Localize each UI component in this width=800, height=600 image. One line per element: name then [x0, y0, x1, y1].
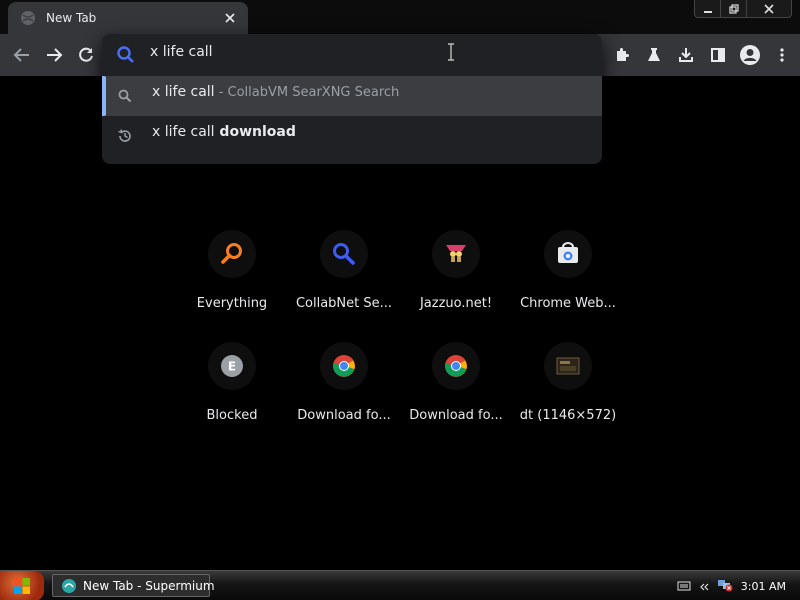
kebab-menu-icon [780, 48, 784, 62]
taskbar: New Tab - Supermium 3:01 AM [0, 570, 800, 600]
tile-download-1[interactable]: Download fo... [288, 332, 400, 444]
window-controls [694, 0, 792, 18]
supermium-icon [61, 578, 77, 594]
omnibox-dropdown: x life call x life call - CollabVM SearX… [102, 34, 602, 164]
globe-icon [20, 10, 36, 26]
tab-title: New Tab [46, 11, 97, 25]
tile-label: dt (1146×572) [519, 408, 617, 423]
back-button[interactable] [10, 43, 34, 67]
svg-text:E: E [228, 360, 236, 374]
download-icon [679, 48, 693, 62]
minimize-button[interactable] [695, 0, 721, 17]
history-icon [116, 127, 134, 145]
reload-icon [79, 47, 93, 62]
downloads-button[interactable] [674, 43, 698, 67]
side-panel-button[interactable] [706, 43, 730, 67]
flask-icon [648, 48, 660, 61]
keyboard-icon[interactable] [677, 577, 691, 596]
letter-e-icon: E [208, 342, 256, 390]
jazzuo-icon [432, 230, 480, 278]
system-tray: 3:01 AM [670, 571, 800, 600]
close-window-button[interactable] [747, 0, 791, 17]
start-button[interactable] [0, 571, 44, 600]
chrome-icon [432, 342, 480, 390]
suggestion-history[interactable]: x life call download [102, 116, 602, 156]
tab-new-tab[interactable]: New Tab [8, 2, 248, 34]
suggestion-search[interactable]: x life call - CollabVM SearXNG Search [102, 76, 602, 116]
shortcut-tiles: Everything CollabNet Se... Jazzuo.net! C… [176, 220, 624, 444]
title-bar: New Tab [0, 0, 800, 34]
tile-label: Blocked [206, 408, 258, 423]
puzzle-icon [617, 48, 629, 61]
extensions-button[interactable] [610, 43, 634, 67]
suggestion-text: x life call - CollabVM SearXNG Search [152, 84, 400, 100]
tile-blocked[interactable]: E Blocked [176, 332, 288, 444]
tile-jazzuo[interactable]: Jazzuo.net! [400, 220, 512, 332]
taskbar-item-supermium[interactable]: New Tab - Supermium [52, 574, 215, 597]
chevron-left-icon[interactable] [699, 577, 709, 596]
text-cursor-icon [446, 42, 456, 62]
arrow-left-icon [13, 48, 29, 62]
search-icon [116, 87, 134, 105]
tile-download-2[interactable]: Download fo... [400, 332, 512, 444]
avatar-icon [740, 45, 760, 65]
side-panel-icon [711, 48, 725, 62]
magnifier-orange-icon [208, 230, 256, 278]
menu-button[interactable] [770, 43, 794, 67]
tile-collabnet[interactable]: CollabNet Se... [288, 220, 400, 332]
reload-button[interactable] [74, 43, 98, 67]
arrow-right-icon [47, 48, 63, 62]
thumbnail-icon [544, 342, 592, 390]
tile-label: Jazzuo.net! [419, 296, 493, 311]
windows-logo-icon [14, 578, 30, 594]
tile-everything[interactable]: Everything [176, 220, 288, 332]
forward-button[interactable] [42, 43, 66, 67]
tile-label: Download fo... [409, 408, 503, 423]
tile-dt-image[interactable]: dt (1146×572) [512, 332, 624, 444]
tile-chrome-web-store[interactable]: Chrome Web... [512, 220, 624, 332]
network-error-icon[interactable] [717, 577, 733, 596]
omnibox-input[interactable]: x life call [150, 44, 213, 60]
tile-label: CollabNet Se... [295, 296, 393, 311]
labs-button[interactable] [642, 43, 666, 67]
chrome-web-store-icon [544, 230, 592, 278]
magnifier-blue-icon [320, 230, 368, 278]
close-icon[interactable] [222, 10, 238, 26]
taskbar-item-label: New Tab - Supermium [83, 578, 215, 593]
restore-button[interactable] [721, 0, 747, 17]
suggestion-text: x life call download [152, 124, 296, 140]
tile-label: Everything [196, 296, 268, 311]
profile-button[interactable] [738, 43, 762, 67]
tile-label: Chrome Web... [520, 296, 616, 311]
clock[interactable]: 3:01 AM [741, 580, 786, 593]
omnibox[interactable]: x life call [102, 34, 602, 76]
tile-label: Download fo... [297, 408, 391, 423]
search-icon [116, 45, 136, 65]
chrome-icon [320, 342, 368, 390]
